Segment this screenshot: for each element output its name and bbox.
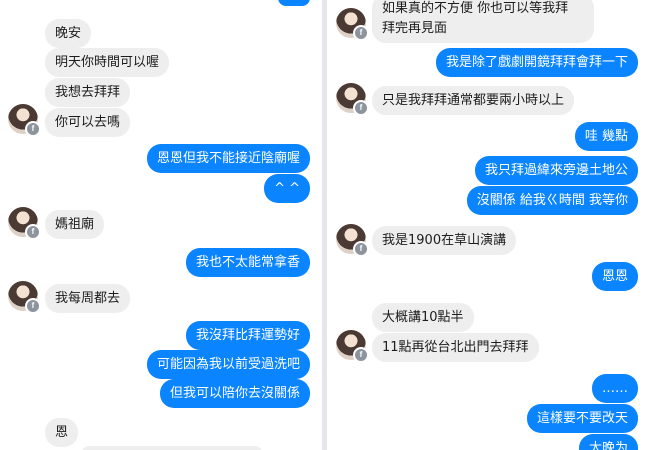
- contact-avatar[interactable]: f: [336, 83, 369, 116]
- message-line: 拜完再見面: [382, 21, 448, 36]
- contact-avatar[interactable]: f: [8, 281, 41, 314]
- message-incoming: 晚安: [45, 19, 92, 48]
- messenger-badge-icon: f: [25, 121, 41, 137]
- message-outgoing: 沒關係 給我ㄍ時間 我等你: [466, 186, 638, 215]
- messenger-badge-icon: f: [353, 100, 369, 116]
- message-incoming: 明天你時間可以喔: [45, 48, 170, 77]
- contact-avatar[interactable]: f: [336, 8, 369, 41]
- message-incoming: 你可以去嗎: [45, 108, 131, 137]
- cut-off-bubble-fragment: [278, 0, 310, 6]
- cut-off-bubble-fragment: [82, 446, 262, 450]
- message-incoming: 恩: [45, 418, 79, 447]
- message-outgoing: 我只拜過緯來旁邊土地公: [474, 156, 638, 185]
- contact-avatar[interactable]: f: [8, 207, 41, 240]
- message-incoming: 媽祖廟: [45, 210, 105, 239]
- message-outgoing: 恩恩但我不能接近陰廟喔: [146, 144, 310, 173]
- messenger-badge-icon: f: [353, 347, 369, 363]
- message-incoming: 我想去拜拜: [45, 78, 131, 107]
- message-outgoing: 太晚为: [578, 434, 638, 450]
- message-outgoing: ……: [592, 374, 638, 403]
- message-outgoing: 但我可以陪你去沒關係: [159, 379, 310, 408]
- contact-avatar[interactable]: f: [336, 224, 369, 257]
- message-incoming: 大概講10點半: [372, 303, 474, 332]
- message-outgoing: 恩恩: [591, 262, 638, 291]
- messenger-badge-icon: f: [25, 298, 41, 314]
- contact-avatar[interactable]: f: [336, 330, 369, 363]
- message-incoming: 我是1900在草山演講: [372, 226, 517, 255]
- left-chat-panel: 晚安 明天你時間可以喔 我想去拜拜 f 你可以去嗎 恩恩但我不能接近陰廟喔 ^ …: [0, 0, 322, 450]
- message-outgoing: ^ ^: [264, 174, 310, 203]
- message-outgoing: 可能因為我以前受過洗吧: [146, 350, 310, 379]
- message-outgoing: 這樣要不要改天: [526, 404, 638, 433]
- messenger-badge-icon: f: [25, 224, 41, 240]
- messenger-badge-icon: f: [353, 25, 369, 41]
- message-line: 如果真的不方便 你也可以等我拜: [382, 1, 569, 16]
- message-outgoing: 我是除了戲劇開鏡拜拜會拜一下: [435, 48, 638, 77]
- message-incoming: 我每周都去: [45, 284, 131, 313]
- message-incoming: 只是我拜拜通常都要兩小時以上: [372, 86, 575, 115]
- contact-avatar[interactable]: f: [8, 104, 41, 137]
- messenger-badge-icon: f: [353, 241, 369, 257]
- message-outgoing: 哇 幾點: [574, 122, 638, 151]
- message-incoming: 11點再從台北出門去拜拜: [372, 333, 539, 362]
- right-chat-panel: f 如果真的不方便 你也可以等我拜 拜完再見面 我是除了戲劇開鏡拜拜會拜一下 f…: [327, 0, 656, 450]
- message-outgoing: 我也不太能常拿香: [185, 248, 310, 277]
- message-outgoing: 我沒拜比拜運勢好: [185, 321, 310, 350]
- message-incoming: 如果真的不方便 你也可以等我拜 拜完再見面: [372, 0, 594, 43]
